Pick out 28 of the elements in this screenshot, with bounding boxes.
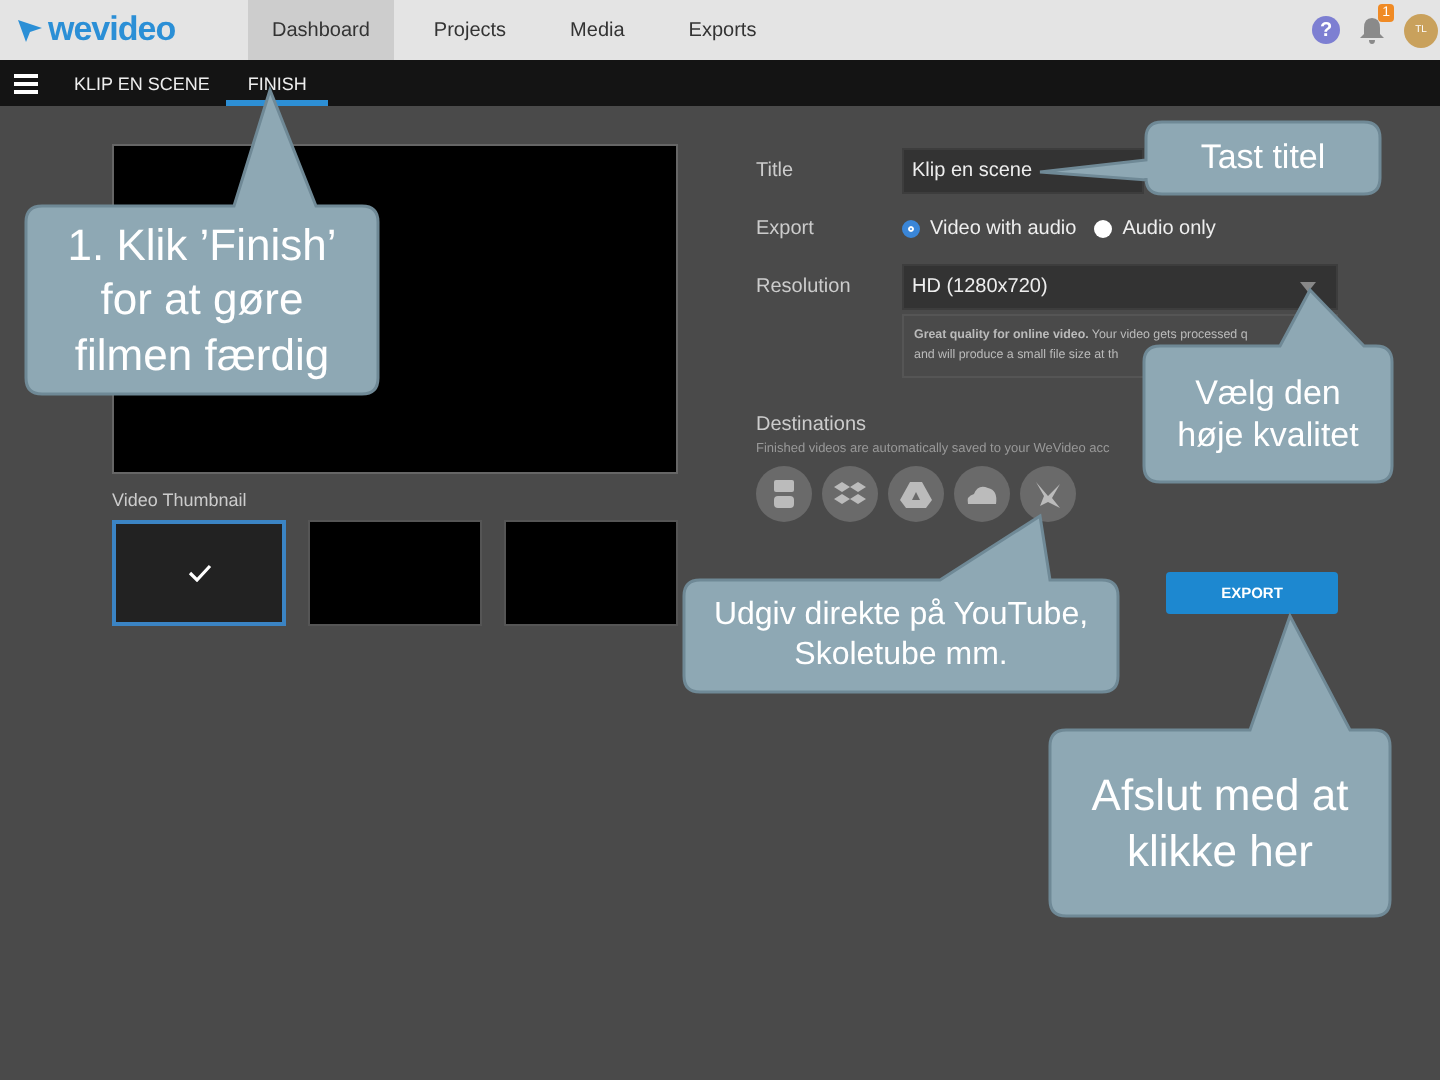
export-radio[interactable]: Audio only [1094,218,1216,240]
menu-icon[interactable] [14,73,38,93]
bell-icon[interactable] [1360,16,1384,44]
tooltip-text: Tast titel [1200,136,1326,180]
cloud-icon[interactable] [954,466,1010,522]
resolution-dropdown[interactable]: HD (1280x720) [902,264,1338,310]
nav-tab[interactable]: Projects [409,0,531,60]
thumbnail-option[interactable] [504,520,678,626]
project-name: KLIP EN SCENE [74,73,210,93]
tooltip-text: Vælg den høje kvalitet [1177,371,1359,457]
tooltip-text: 1. Klik ’Finish’ for at gøre filmen færdig [67,217,337,383]
field-label: Title [756,160,796,182]
tooltip-text: Afslut med at klikke her [1091,768,1349,878]
tooltip-text: Udgiv direkte på YouTube, Skoletube mm. [713,596,1089,676]
checkmark-icon [187,564,211,582]
field-label: Export [756,218,816,240]
help-icon[interactable]: ? [1312,16,1340,44]
nav-tab[interactable]: Media [546,0,649,60]
logo-icon [18,18,42,42]
boxes-icon[interactable] [822,466,878,522]
thumbnail-label: Video Thumbnail [112,490,249,510]
caret-icon [1300,282,1316,292]
nav-tab[interactable]: Exports [664,0,781,60]
nav-tab[interactable]: Dashboard [248,0,394,60]
thumbnail-option[interactable] [308,520,482,626]
export-radio[interactable]: Video with audio [902,218,1077,240]
field-label: Resolution [756,276,853,298]
thumbnail-option[interactable] [112,520,287,626]
